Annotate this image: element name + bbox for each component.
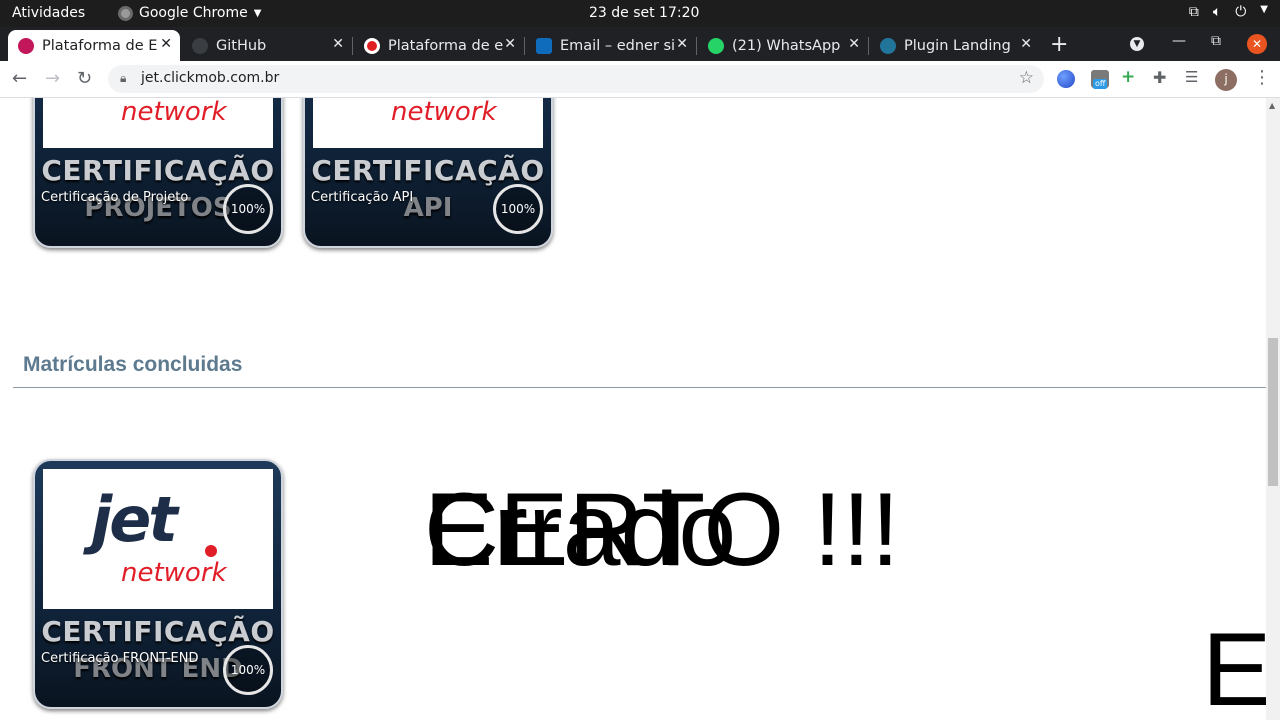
tab-plugin-landing[interactable]: Plugin Landing ✕ <box>870 30 1040 61</box>
bookmark-star-icon[interactable]: ☆ <box>1019 68 1034 88</box>
logo-network: network <box>121 558 227 588</box>
chevron-down-icon: ▼ <box>253 7 262 19</box>
power-icon: ⏻ <box>1235 4 1247 20</box>
extension-globe-icon[interactable] <box>1057 70 1075 88</box>
certificate-card-projeto[interactable]: jet network CERTIFICAÇÃO PROJETOS Certif… <box>33 98 283 248</box>
system-top-bar: Atividades Google Chrome ▼ 23 de set 17:… <box>0 0 1280 27</box>
profile-avatar[interactable]: j <box>1215 69 1237 91</box>
media-control-icon[interactable]: ☰ <box>1185 68 1203 86</box>
extension-plus-icon[interactable]: + <box>1121 67 1139 87</box>
section-title: Matrículas concluidas <box>23 353 243 376</box>
tab-title: (21) WhatsApp <box>732 37 841 54</box>
tab-title: Plataforma de E <box>42 37 158 54</box>
badge-title: CERTIFICAÇÃO <box>41 154 275 187</box>
tab-plataforma-active[interactable]: Plataforma de E ✕ <box>8 30 180 61</box>
scroll-up-arrow-icon[interactable]: ▲ <box>1269 101 1275 110</box>
maximize-button[interactable]: ⧉ <box>1211 33 1221 49</box>
whatsapp-icon <box>708 37 724 54</box>
logo-network: network <box>391 98 497 127</box>
certificate-caption: Certificação API <box>311 190 414 205</box>
feedback-text-errado: Errado <box>424 472 737 588</box>
system-tray[interactable]: ⧉ 🔈︎ ⏻ ▼ <box>1189 4 1268 20</box>
extensions-puzzle-icon[interactable]: ✚ <box>1153 68 1171 87</box>
network-icon: ⧉ <box>1188 4 1199 20</box>
jet-network-logo: jet network <box>43 469 273 609</box>
github-icon <box>192 37 208 54</box>
page-scrollbar[interactable]: ▲ <box>1266 98 1280 720</box>
wordpress-icon <box>880 37 896 54</box>
close-icon[interactable]: ✕ <box>1020 36 1032 52</box>
tab-title: Email – edner si <box>560 37 676 54</box>
tab-title: GitHub <box>216 37 267 54</box>
tab-title: Plataforma de e <box>388 37 504 54</box>
certificate-card-front-end[interactable]: jet network CERTIFICAÇÃO FRONT END Certi… <box>33 459 283 709</box>
badge-title: CERTIFICAÇÃO <box>41 615 275 648</box>
forward-button[interactable]: → <box>45 68 60 89</box>
feedback-text-edge: Er <box>1202 612 1266 720</box>
chevron-down-icon: ▼ <box>1260 4 1268 15</box>
section-divider <box>13 387 1266 388</box>
tab-divider <box>696 37 697 55</box>
tab-divider <box>868 37 869 55</box>
chrome-icon <box>118 5 133 21</box>
browser-toolbar: ← → ↻ 🔒︎ jet.clickmob.com.br ☆ off + ✚ ☰… <box>0 61 1280 98</box>
tab-github[interactable]: GitHub ✕ <box>182 30 352 61</box>
activities-button[interactable]: Atividades <box>12 5 85 21</box>
extension-badge: off <box>1093 79 1108 89</box>
logo-network: network <box>121 98 227 127</box>
url-text[interactable]: jet.clickmob.com.br <box>141 70 279 86</box>
tab-divider <box>524 37 525 55</box>
reload-button[interactable]: ↻ <box>77 68 92 89</box>
jet-network-logo: jet network <box>43 98 273 148</box>
address-bar[interactable]: 🔒︎ jet.clickmob.com.br ☆ <box>108 65 1044 93</box>
minimize-button[interactable]: — <box>1172 33 1186 49</box>
tab-title: Plugin Landing <box>904 37 1011 54</box>
tab-strip: Plataforma de E ✕ GitHub ✕ Plataforma de… <box>0 27 1280 61</box>
certificate-caption: Certificação FRONT-END <box>41 651 199 666</box>
tab-search-icon[interactable]: ▼ <box>1130 37 1144 51</box>
progress-circle: 100% <box>223 645 273 695</box>
app-name: Google Chrome <box>139 5 248 21</box>
tab-divider <box>352 37 353 55</box>
progress-circle: 100% <box>493 184 543 234</box>
lock-icon[interactable]: 🔒︎ <box>120 71 126 86</box>
scroll-thumb[interactable] <box>1268 338 1278 486</box>
jet-network-logo: jet network <box>313 98 543 148</box>
window-close-button[interactable]: ✕ <box>1247 34 1267 54</box>
new-tab-button[interactable]: + <box>1050 32 1068 57</box>
certificate-caption: Certificação de Projeto <box>41 190 189 205</box>
tab-email[interactable]: Email – edner si ✕ <box>526 30 696 61</box>
badge-title: CERTIFICAÇÃO <box>311 154 545 187</box>
extension-off-icon[interactable]: off <box>1091 70 1109 89</box>
tab-plataforma[interactable]: Plataforma de e ✕ <box>354 30 524 61</box>
volume-icon: 🔈︎ <box>1212 4 1222 20</box>
close-icon[interactable]: ✕ <box>676 36 688 52</box>
logo-jet: jet <box>91 483 178 556</box>
app-menu[interactable]: Google Chrome ▼ <box>118 5 261 21</box>
close-icon[interactable]: ✕ <box>160 36 172 52</box>
clock[interactable]: 23 de set 17:20 <box>589 5 699 21</box>
logo-dot <box>205 545 217 557</box>
favicon-icon <box>18 37 34 54</box>
outlook-icon <box>536 37 552 54</box>
more-menu-icon[interactable]: ⋮ <box>1253 67 1271 88</box>
close-icon[interactable]: ✕ <box>848 36 860 52</box>
opera-icon <box>364 37 380 54</box>
tab-whatsapp[interactable]: (21) WhatsApp ✕ <box>698 30 868 61</box>
progress-circle: 100% <box>223 184 273 234</box>
page-content: jet network CERTIFICAÇÃO PROJETOS Certif… <box>0 98 1266 720</box>
close-icon[interactable]: ✕ <box>332 36 344 52</box>
close-icon[interactable]: ✕ <box>504 36 516 52</box>
certificate-card-api[interactable]: jet network CERTIFICAÇÃO API Certificaçã… <box>303 98 553 248</box>
back-button[interactable]: ← <box>12 68 27 89</box>
